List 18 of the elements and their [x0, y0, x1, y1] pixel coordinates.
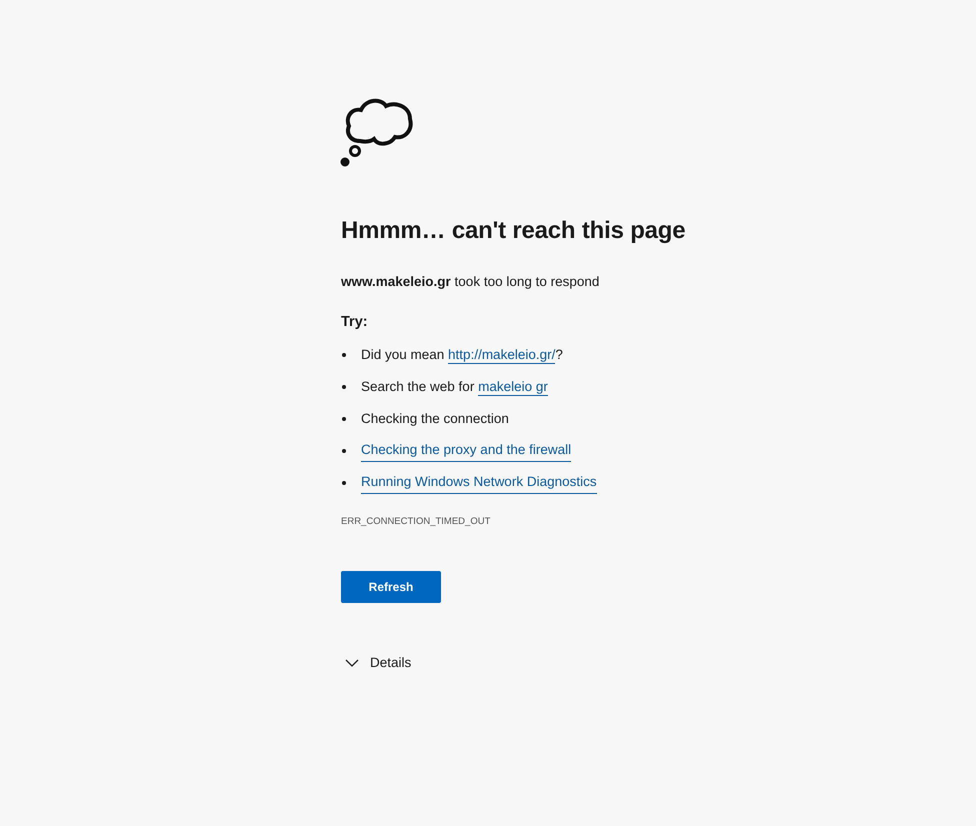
details-toggle[interactable]: Details [341, 653, 412, 674]
page-heading: Hmmm… can't reach this page [341, 216, 686, 246]
bullet-icon [342, 481, 346, 485]
inline-link[interactable]: makeleio gr [478, 378, 548, 396]
suggestion-text: Did you mean http://makeleio.gr/? [361, 346, 563, 366]
try-label: Try: [341, 313, 368, 332]
suggestion-text: Search the web for makeleio gr [361, 378, 548, 398]
refresh-button[interactable]: Refresh [341, 571, 441, 604]
bullet-icon [342, 449, 346, 453]
bullet-icon [342, 385, 346, 389]
error-code: ERR_CONNECTION_TIMED_OUT [341, 515, 490, 529]
inline-link[interactable]: http://makeleio.gr/ [448, 346, 556, 364]
bullet-icon [342, 417, 346, 421]
suggestion-link[interactable]: Checking the proxy and the firewall [361, 440, 572, 462]
suggestion-text: Checking the connection [361, 410, 509, 428]
suggestion-link[interactable]: Running Windows Network Diagnostics [361, 472, 597, 494]
error-message: www.makeleio.gr took too long to respond [341, 273, 600, 291]
bullet-icon [342, 353, 346, 357]
